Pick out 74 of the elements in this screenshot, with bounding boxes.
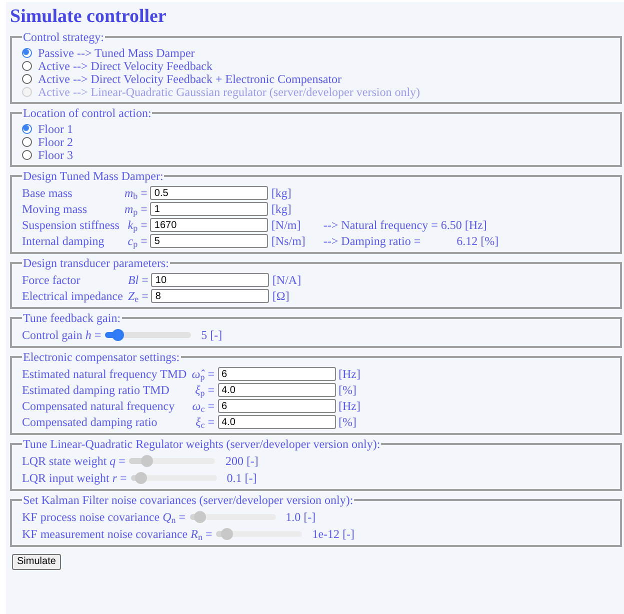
input-field[interactable]: 4.0 — [218, 383, 336, 397]
result-text: --> Damping ratio = — [323, 234, 421, 248]
slider-value: 5 [-] — [201, 328, 222, 342]
slider-label: KF process noise covariance Q$_{n}$ = — [22, 510, 186, 524]
field-label: Force factor — [22, 273, 82, 287]
math-symbol: m$_{b}$ = — [124, 186, 148, 200]
unit-label: [kg] — [271, 186, 292, 200]
unit-label: [Ω] — [272, 289, 290, 303]
input-field[interactable]: 4.0 — [218, 415, 336, 429]
field-label: Base mass — [22, 186, 74, 200]
field-label: Estimated natural frequency TMD — [22, 367, 188, 381]
section-legend: Control strategy: — [22, 30, 105, 44]
slider[interactable] — [130, 475, 217, 481]
result-text: --> Natural frequency = 6.50 [Hz] — [323, 218, 487, 232]
slider[interactable] — [129, 458, 216, 464]
slider-value: 1e-12 [-] — [312, 527, 355, 541]
field-label: Suspension stiffness — [22, 218, 120, 232]
slider-value: 0.1 [-] — [226, 471, 257, 485]
unit-label: [Hz] — [338, 367, 362, 381]
section-legend: Design Tuned Mass Damper: — [22, 169, 164, 183]
math-symbol: m$_{p}$ = — [124, 202, 148, 216]
slider-label: LQR state weight q = — [22, 454, 126, 468]
radio-option[interactable]: Floor 3 — [22, 148, 74, 161]
slider-label: Control gain h = — [22, 328, 102, 342]
slider[interactable] — [190, 514, 276, 520]
radio-option[interactable]: Active --> Direct Velocity Feedback — [22, 59, 212, 72]
radio-option[interactable]: Passive --> Tuned Mass Damper — [22, 46, 195, 59]
section-legend: Electronic compensator settings: — [22, 350, 181, 364]
input-field[interactable]: 1 — [150, 202, 268, 216]
math-symbol: Bl = — [128, 273, 148, 287]
section-legend: Design transducer parameters: — [22, 256, 170, 270]
input-field[interactable]: 6 — [218, 399, 336, 413]
math-symbol: ξ$_{c}$ = — [194, 415, 214, 429]
page-title: Simulate controller — [10, 6, 166, 28]
field-label: Moving mass — [22, 202, 88, 216]
radio-option[interactable]: Floor 1 — [22, 122, 74, 135]
math-symbol: k$_{p}$ = — [126, 218, 148, 232]
math-symbol: ω̂$_{p}$ = — [192, 367, 214, 381]
slider-value: 1.0 [-] — [286, 510, 316, 524]
input-field[interactable]: 0.5 — [150, 186, 268, 200]
simulate-button[interactable]: Simulate — [12, 554, 61, 570]
unit-label: [%] — [338, 383, 358, 397]
field-label: Compensated natural frequency — [22, 399, 176, 413]
math-symbol: Z$_{e}$ = — [128, 289, 148, 303]
input-field[interactable]: 1670 — [150, 218, 268, 232]
unit-label: [%] — [338, 415, 358, 429]
input-field[interactable]: 6 — [218, 367, 336, 381]
slider-label: KF measurement noise covariance R$_{n}$ = — [22, 527, 212, 541]
result-text: 6.12 [%] — [456, 234, 499, 248]
section-legend: Tune Linear-Quadratic Regulator weights (server/developer version only): — [22, 437, 382, 451]
slider[interactable] — [216, 531, 302, 537]
input-field[interactable]: 8 — [151, 289, 270, 303]
section-legend: Tune feedback gain: — [22, 311, 122, 325]
radio-option[interactable]: Floor 2 — [22, 135, 74, 148]
math-symbol: ω$_{c}$ = — [192, 399, 214, 413]
section-legend: Location of control action: — [22, 106, 152, 120]
math-symbol: c$_{p}$ = — [126, 234, 148, 248]
slider[interactable] — [105, 332, 192, 338]
slider-label: LQR input weight r = — [22, 471, 127, 485]
field-label: Electrical impedance — [22, 289, 124, 303]
unit-label: [Hz] — [338, 399, 362, 413]
slider-value: 200 [-] — [225, 454, 258, 468]
math-symbol: ξ$_{p}$ = — [194, 383, 214, 397]
unit-label: [N/A] — [272, 273, 302, 287]
section-legend: Set Kalman Filter noise covariances (server/developer version only): — [22, 493, 354, 507]
unit-label: [kg] — [271, 202, 292, 216]
field-label: Compensated damping ratio — [22, 415, 158, 429]
radio-option[interactable]: Active --> Direct Velocity Feedback + Electronic Compensator — [22, 72, 342, 85]
unit-label: [Ns/m] — [271, 234, 306, 248]
field-label: Estimated damping ratio TMD — [22, 383, 170, 397]
unit-label: [N/m] — [271, 218, 302, 232]
field-label: Internal damping — [22, 234, 106, 248]
input-field[interactable]: 5 — [150, 234, 268, 248]
input-field[interactable]: 10 — [151, 273, 270, 287]
